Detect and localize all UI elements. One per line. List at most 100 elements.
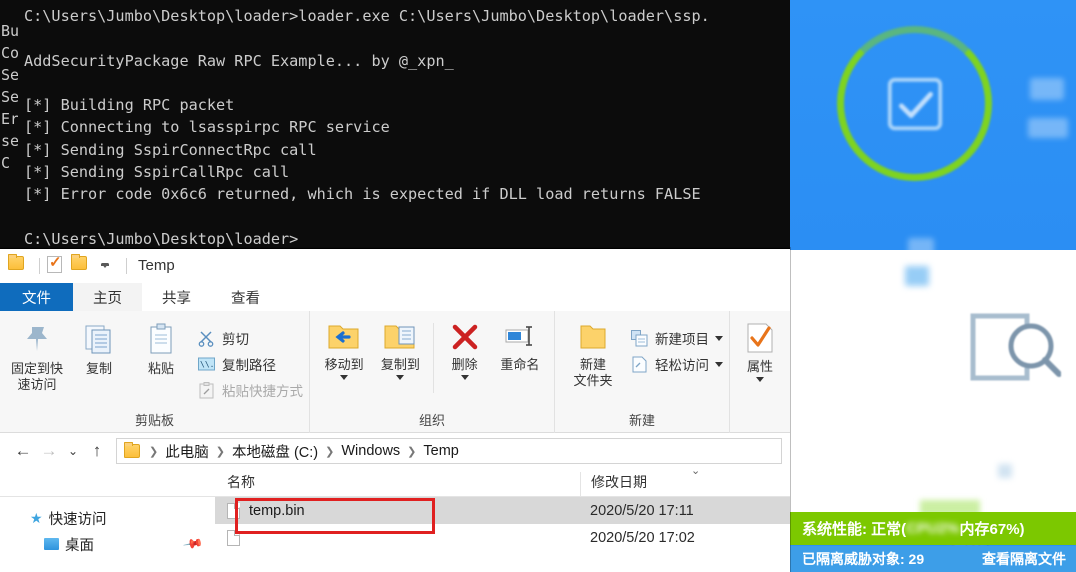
sidebar-item-quick-access[interactable]: ★ 快速访问 bbox=[0, 505, 215, 531]
cut-button[interactable]: 剪切 bbox=[196, 325, 303, 351]
command-prompt-window[interactable]: C:\Users\Jumbo\Desktop\loader>loader.exe… bbox=[18, 0, 790, 248]
breadcrumb[interactable]: ❯ 此电脑 ❯ 本地磁盘 (C:) ❯ Windows ❯ Temp bbox=[116, 438, 782, 464]
ribbon[interactable]: 固定到快 速访问 复制 粘贴 剪切 \\. 复制路径 粘贴快捷方式 剪贴板 移动… bbox=[0, 311, 790, 433]
file-name-cell[interactable]: temp.bin bbox=[215, 502, 580, 519]
quarantine-status-bar[interactable]: 已隔离威胁对象: 29 查看隔离文件 bbox=[790, 546, 1076, 572]
sidebar-item-desktop[interactable]: 桌面 📌 bbox=[0, 531, 215, 557]
delete-icon bbox=[452, 324, 477, 350]
recent-locations-icon[interactable]: ⌄ bbox=[62, 438, 84, 464]
move-to-button[interactable]: 移动到 bbox=[316, 317, 372, 413]
folder-icon[interactable] bbox=[8, 253, 28, 276]
desktop-icon bbox=[44, 538, 59, 550]
performance-prefix: 系统性能: 正常( bbox=[802, 521, 907, 538]
breadcrumb-item-windows[interactable]: Windows bbox=[341, 443, 400, 459]
properties-icon bbox=[747, 323, 773, 353]
quarantine-count-label: 已隔离威胁对象: 29 bbox=[802, 551, 925, 567]
navigation-pane[interactable]: ★ 快速访问 桌面 📌 bbox=[0, 497, 215, 572]
terminal-line-1 bbox=[24, 27, 790, 49]
delete-caret-icon[interactable] bbox=[460, 375, 469, 380]
window-title: Temp bbox=[138, 257, 175, 274]
terminal-line-9 bbox=[24, 206, 790, 228]
paste-shortcut-label: 粘贴快捷方式 bbox=[222, 384, 303, 399]
breadcrumb-separator: ❯ bbox=[407, 445, 417, 458]
file-icon bbox=[227, 529, 240, 546]
new-folder-button[interactable]: 新建 文件夹 bbox=[561, 317, 625, 413]
terminal-line-6: [*] Sending SspirConnectRpc call bbox=[24, 140, 317, 159]
new-folder-icon[interactable] bbox=[71, 253, 91, 276]
copy-path-label: 复制路径 bbox=[222, 358, 276, 373]
terminal-line-10: C:\Users\Jumbo\Desktop\loader> bbox=[24, 229, 299, 248]
easy-access-label: 轻松访问 bbox=[655, 358, 709, 373]
ribbon-tabs[interactable]: 文件 主页 共享 查看 bbox=[0, 283, 790, 311]
file-name-text: temp.bin bbox=[249, 502, 305, 519]
paste-shortcut-button[interactable]: 粘贴快捷方式 bbox=[196, 377, 303, 403]
antivirus-panel: 扫描 系统性能: 正常( CPU2% 内存67%) 已隔离威胁对象: 29 查看… bbox=[790, 0, 1076, 572]
ribbon-group-organize: 移动到 复制到 删除 重命名 组织 bbox=[310, 311, 555, 433]
file-date-cell: 2020/5/20 17:11 bbox=[590, 502, 694, 519]
explorer-title-bar[interactable]: Temp bbox=[0, 249, 790, 283]
performance-cpu: CPU2% bbox=[906, 520, 960, 537]
ribbon-group-open: 属性 bbox=[730, 311, 790, 433]
panel-decor-badge-2 bbox=[1028, 118, 1068, 138]
paste-label: 粘贴 bbox=[147, 361, 174, 376]
scan-decor-1 bbox=[905, 266, 929, 286]
terminal-line-2: AddSecurityPackage Raw RPC Example... by… bbox=[24, 51, 454, 70]
ribbon-group-new: 新建 文件夹 新建项目 轻松访问 新建 bbox=[555, 311, 730, 433]
organize-divider bbox=[432, 323, 434, 393]
breadcrumb-separator: ❯ bbox=[215, 445, 225, 458]
new-item-button[interactable]: 新建项目 bbox=[629, 325, 723, 351]
open-group-title bbox=[730, 413, 790, 433]
star-icon: ★ bbox=[30, 509, 43, 526]
back-arrow-icon[interactable]: ← bbox=[10, 438, 36, 464]
tab-home[interactable]: 主页 bbox=[73, 283, 142, 311]
copy-button[interactable]: 复制 bbox=[68, 317, 130, 413]
breadcrumb-item-this-pc[interactable]: 此电脑 bbox=[165, 441, 209, 462]
tab-share[interactable]: 共享 bbox=[142, 283, 211, 311]
column-headers[interactable]: 名称 修改日期 ⌄ bbox=[0, 465, 790, 497]
address-bar[interactable]: ← → ⌄ ↑ ❯ 此电脑 ❯ 本地磁盘 (C:) ❯ Windows ❯ Te… bbox=[0, 433, 790, 469]
sort-ascending-icon: ⌄ bbox=[691, 465, 701, 477]
organize-group-title: 组织 bbox=[418, 413, 445, 428]
file-icon bbox=[227, 502, 240, 519]
delete-label: 删除 bbox=[451, 357, 478, 372]
scan-decor-2 bbox=[998, 464, 1012, 478]
column-header-name[interactable]: 名称 bbox=[215, 472, 580, 496]
properties-button[interactable]: 属性 bbox=[736, 317, 784, 413]
table-row[interactable]: 2020/5/20 17:02 bbox=[215, 524, 790, 551]
move-to-caret-icon[interactable] bbox=[340, 375, 349, 380]
paste-button[interactable]: 粘贴 bbox=[130, 317, 192, 413]
properties-caret-icon[interactable] bbox=[756, 377, 764, 382]
new-item-caret-icon[interactable] bbox=[715, 335, 723, 341]
breadcrumb-item-local-disk[interactable]: 本地磁盘 (C:) bbox=[232, 441, 318, 462]
pin-to-quick-access-button[interactable]: 固定到快 速访问 bbox=[6, 317, 68, 413]
delete-button[interactable]: 删除 bbox=[437, 317, 491, 413]
breadcrumb-item-temp[interactable]: Temp bbox=[423, 443, 458, 459]
easy-access-caret-icon[interactable] bbox=[715, 361, 723, 367]
properties-check-icon[interactable] bbox=[47, 253, 67, 276]
file-name-cell[interactable] bbox=[215, 529, 580, 546]
pin-icon[interactable]: 📌 bbox=[182, 533, 204, 555]
table-row[interactable]: temp.bin 2020/5/20 17:11 bbox=[215, 497, 790, 524]
copy-path-icon: \\.. bbox=[196, 354, 216, 374]
forward-arrow-icon[interactable]: → bbox=[36, 438, 62, 464]
tab-file[interactable]: 文件 bbox=[0, 283, 73, 311]
desktop-label: 桌面 bbox=[65, 537, 94, 554]
easy-access-button[interactable]: 轻松访问 bbox=[629, 351, 723, 377]
copy-to-button[interactable]: 复制到 bbox=[372, 317, 428, 413]
customize-dropdown-icon[interactable] bbox=[95, 256, 115, 276]
file-explorer-window[interactable]: Temp 文件 主页 共享 查看 固定到快 速访问 bbox=[0, 248, 790, 572]
up-arrow-icon[interactable]: ↑ bbox=[84, 438, 110, 464]
rename-button[interactable]: 重命名 bbox=[492, 317, 548, 413]
rename-icon bbox=[505, 326, 532, 346]
performance-memory: 内存67%) bbox=[959, 521, 1025, 538]
view-quarantine-link[interactable]: 查看隔离文件 bbox=[982, 549, 1066, 569]
file-list[interactable]: temp.bin 2020/5/20 17:11 2020/5/20 17:02 bbox=[215, 497, 790, 572]
column-header-date[interactable]: 修改日期 ⌄ bbox=[580, 465, 760, 496]
tab-view[interactable]: 查看 bbox=[211, 283, 280, 311]
new-group-title: 新建 bbox=[628, 413, 655, 428]
breadcrumb-separator: ❯ bbox=[149, 445, 159, 458]
explorer-content: ★ 快速访问 桌面 📌 temp.bin 2020/5/20 17:11 202… bbox=[0, 497, 790, 572]
copy-to-caret-icon[interactable] bbox=[396, 375, 405, 380]
system-performance-status[interactable]: 系统性能: 正常( CPU2% 内存67%) bbox=[790, 512, 1076, 545]
copy-path-button[interactable]: \\.. 复制路径 bbox=[196, 351, 303, 377]
